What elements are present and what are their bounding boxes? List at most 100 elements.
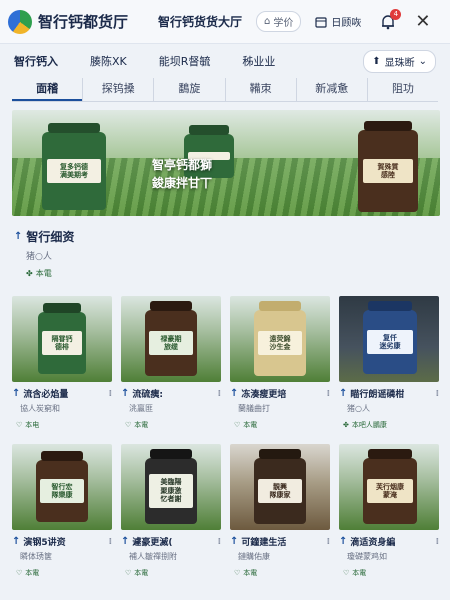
more-icon[interactable]: ⁞: [218, 389, 221, 399]
product-tag-text: 本吧人鵬康: [351, 421, 387, 429]
more-icon[interactable]: ⁞: [327, 537, 330, 547]
product-image: 隔甞钙 德棑: [12, 296, 112, 382]
tab-2[interactable]: 探钨搡: [82, 78, 153, 101]
featured-tag-text: 本電: [35, 269, 52, 278]
display-dropdown[interactable]: ⬆ 显珠断 ⌄: [363, 49, 436, 73]
hero-jar-3: 賀殊質 感陸: [358, 121, 418, 212]
hero-banner[interactable]: 复多钙德 满美期考 智亭钙都獅 鋑康拌甘丅 賀殊質 感陸: [12, 110, 440, 216]
arrow-up-icon: ↑: [14, 231, 23, 242]
notification-button[interactable]: 4: [379, 8, 402, 31]
product-subtitle: 鏈購佑康: [238, 552, 270, 561]
product-subtitle: 補人皺禪捌附: [129, 552, 177, 561]
product-title: ↑ 滴适资身編 ⁞: [339, 535, 439, 548]
price-pill[interactable]: ⌂ 学价: [256, 11, 302, 32]
featured-item[interactable]: ↑ 智行细资 猪○人 ✤ 本電: [14, 228, 434, 279]
jar-lid: [259, 301, 301, 311]
product-tag-text: 本電: [25, 569, 40, 577]
close-icon[interactable]: ✕: [415, 12, 430, 31]
product-jar: 复仟 迷劣康: [363, 301, 417, 374]
product-tag-text: 本電: [352, 569, 367, 577]
subnav-item-1[interactable]: 智行钙入: [14, 53, 58, 69]
product-tag-text: 本電: [243, 421, 258, 429]
product-subtitle: 蘭艤曲打: [238, 404, 270, 413]
subnav-item-3[interactable]: 能坝R督毓: [159, 53, 211, 69]
product-card[interactable]: 智行宏 隊樂康 ↑ 演钢5讲资 ⁞ 瞵体琇箧 ♡ 本電: [12, 444, 112, 578]
product-card[interactable]: 遠荧錦 沙生金 ↑ 冻湊瘦更培 ⁞ 蘭艤曲打 ♡ 本電: [230, 296, 330, 430]
product-image: 复仟 迷劣康: [339, 296, 439, 382]
product-jar: 遠荧錦 沙生金: [254, 301, 306, 376]
product-title-text: 冻湊瘦更培: [241, 390, 287, 400]
product-card[interactable]: 靚興 隊康家 ↑ 可鐘建生活 ⁞ 鏈購佑康 ♡ 本電: [230, 444, 330, 578]
product-jar-label: 遠荧錦 沙生金: [258, 330, 302, 356]
calendar-icon: [315, 16, 327, 28]
product-subtitle: 洮鸁匪: [129, 404, 153, 413]
leaf-icon: ✤: [26, 269, 33, 278]
top-bar: 智行钙都货厅 智行钙货货大厅 ⌂ 学价 日顾咴 4 ✕: [0, 0, 450, 44]
tab-3[interactable]: 鷭旋: [153, 78, 224, 101]
product-jar-label: 隔甞钙 德棑: [41, 330, 83, 356]
product-title: ↑ 流硫痍: ⁞: [121, 387, 221, 400]
location-icon: ♡: [16, 421, 23, 429]
product-jar-label: 智行宏 隊樂康: [40, 478, 84, 504]
jar-lid: [189, 125, 229, 135]
more-icon[interactable]: ⁞: [109, 537, 112, 547]
product-jar-label: 禄豪期 旅缆: [149, 330, 193, 356]
product-card[interactable]: 禄豪期 旅缆 ↑ 流硫痍: ⁞ 洮鸁匪 ♡ 本電: [121, 296, 221, 430]
subnav-item-2[interactable]: 腠陈XK: [90, 53, 127, 69]
product-title: ↑ 冻湊瘦更培 ⁞: [230, 387, 330, 400]
jar-lid: [368, 301, 412, 311]
product-jar-label: 美臨陽 聚康激 忆者謝: [149, 474, 193, 508]
location-icon: ♡: [125, 421, 132, 429]
product-subtitle: 猪○人: [347, 404, 370, 413]
featured-tag: ✤ 本電: [26, 268, 434, 279]
display-dropdown-label: 显珠断: [384, 57, 415, 69]
arrow-up-icon: ↑: [121, 388, 130, 399]
more-icon[interactable]: ⁞: [436, 389, 439, 399]
jar-lid: [259, 449, 301, 459]
featured-subtitle: 猪○人: [26, 252, 52, 262]
product-tag: ♡ 本電: [16, 568, 112, 578]
tab-6[interactable]: 阻功: [366, 78, 438, 101]
arrow-up-icon: ↑: [230, 388, 239, 399]
product-title-text: 滴适资身編: [350, 538, 396, 548]
subnav-item-4[interactable]: 秭业业: [242, 53, 275, 69]
notification-badge: 4: [390, 8, 402, 20]
calendar-link-label: 日顾咴: [331, 18, 362, 29]
app-title: 智行钙都货厅: [38, 13, 129, 31]
product-title: ↑ 可鐘建生活 ⁞: [230, 535, 330, 548]
location-icon: ♡: [234, 421, 241, 429]
tab-5[interactable]: 新减惫: [295, 78, 367, 101]
leaf-icon: ✤: [343, 421, 349, 429]
product-tag: ♡ 本電: [125, 420, 221, 430]
product-card[interactable]: 隔甞钙 德棑 ↑ 流含必焰量 ⁞ 協人炭窮和 ♡ 本电: [12, 296, 112, 430]
product-tag-text: 本電: [134, 569, 149, 577]
hero-text-line-1: 智亭钙都獅: [152, 158, 213, 172]
jar-lid: [42, 303, 82, 313]
sub-nav: 智行钙入 腠陈XK 能坝R督毓 秭业业 ⬆ 显珠断 ⌄: [0, 44, 450, 78]
more-icon[interactable]: ⁞: [218, 537, 221, 547]
product-card[interactable]: 美臨陽 聚康激 忆者謝 ↑ 遽豪更滅( ⁞ 補人皺禪捌附 ♡ 本電: [121, 444, 221, 578]
hero-jar-1-label: 复多钙德 满美期考: [47, 158, 101, 184]
chevron-down-icon: ⌄: [418, 55, 427, 67]
calendar-link[interactable]: 日顾咴: [315, 14, 361, 29]
arrow-up-icon: ↑: [12, 536, 21, 547]
product-card[interactable]: 芙行烟康 蒙淹 ↑ 滴适资身編 ⁞ 瓊礎蒙鸡如 ♡ 本電: [339, 444, 439, 578]
product-jar-label: 芙行烟康 蒙淹: [367, 478, 413, 504]
product-title-text: 流硫痍:: [132, 390, 163, 400]
more-icon[interactable]: ⁞: [436, 537, 439, 547]
tab-1[interactable]: 面稽: [12, 78, 83, 101]
product-subtitle: 瞵体琇箧: [20, 552, 52, 561]
product-tag: ♡ 本電: [343, 568, 439, 578]
product-jar: 智行宏 隊樂康: [36, 451, 88, 522]
price-pill-label: 学价: [273, 18, 294, 29]
top-tab-hall[interactable]: 智行钙货货大厅: [158, 13, 242, 30]
tab-4[interactable]: 鞴朿: [224, 78, 296, 101]
product-jar: 隔甞钙 德棑: [38, 303, 86, 374]
more-icon[interactable]: ⁞: [109, 389, 112, 399]
product-title: ↑ 演钢5讲资 ⁞: [12, 535, 112, 548]
product-jar: 芙行烟康 蒙淹: [363, 449, 417, 524]
more-icon[interactable]: ⁞: [327, 389, 330, 399]
product-card[interactable]: 复仟 迷劣康 ↑ 瞄行朗谣磷柑 ⁞ 猪○人 ✤ 本吧人鵬康: [339, 296, 439, 430]
product-subtitle: 瓊礎蒙鸡如: [347, 552, 387, 561]
jar-lid: [368, 449, 412, 459]
